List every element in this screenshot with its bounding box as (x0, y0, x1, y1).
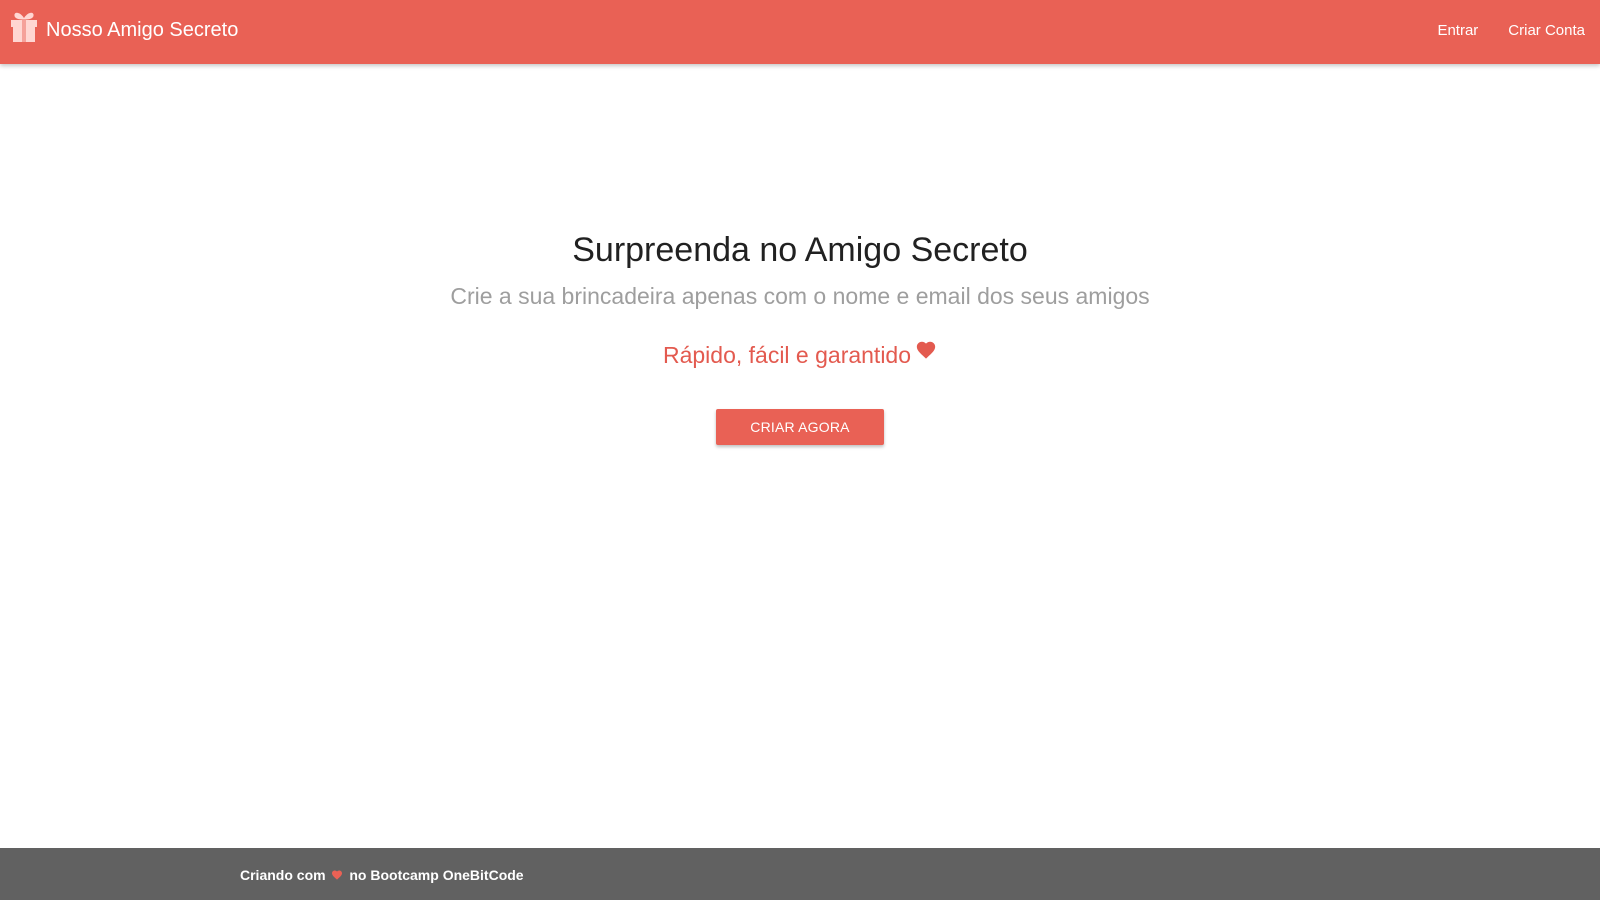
heart-icon (331, 849, 343, 880)
hero-tagline-text: Rápido, fácil e garantido (662, 342, 912, 368)
brand-title: Nosso Amigo Secreto (46, 18, 239, 41)
heart-icon (915, 337, 937, 359)
footer-credit: Criando com no Bootcamp OneBitCode (240, 848, 524, 900)
top-navbar: Nosso Amigo Secreto Entrar Criar Conta (0, 0, 1600, 64)
footer: Criando com no Bootcamp OneBitCode (0, 848, 1600, 900)
nav-links: Entrar Criar Conta (1422, 0, 1600, 64)
hero-title: Surpreenda no Amigo Secreto (572, 231, 1028, 269)
gift-icon (8, 10, 40, 44)
footer-text-before: Criando com (240, 867, 326, 883)
create-now-button[interactable]: CRIAR AGORA (716, 409, 884, 445)
login-link[interactable]: Entrar (1422, 0, 1493, 63)
footer-text-after: no Bootcamp OneBitCode (349, 867, 524, 883)
signup-link[interactable]: Criar Conta (1493, 0, 1600, 63)
hero-subtitle: Crie a sua brincadeira apenas com o nome… (450, 283, 1150, 309)
hero-tagline: Rápido, fácil e garantido (0, 337, 1600, 371)
brand-link[interactable]: Nosso Amigo Secreto (8, 10, 238, 44)
